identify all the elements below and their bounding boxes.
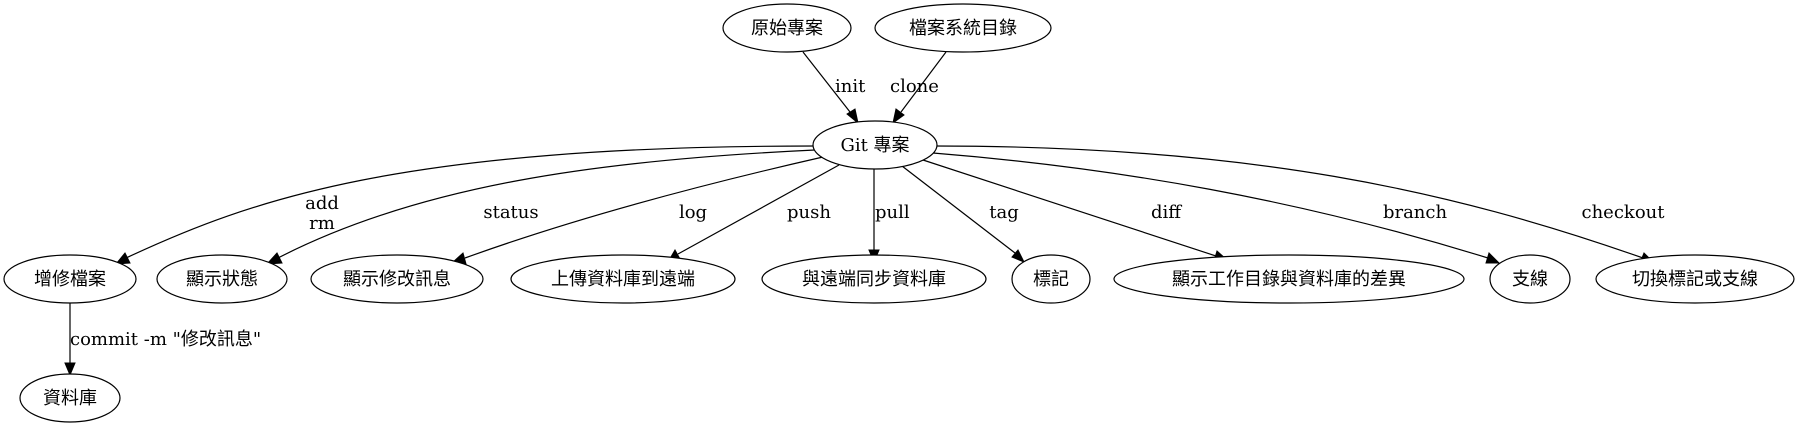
edge-label-add: add (305, 193, 339, 214)
node-repository: 資料庫 (19, 373, 121, 423)
node-label-show-status: 顯示狀態 (186, 269, 258, 290)
node-branch: 支線 (1489, 254, 1571, 304)
edge-label-checkout: checkout (1582, 202, 1666, 223)
node-label-filesystem-directory: 檔案系統目錄 (909, 18, 1017, 39)
edge-label-push: push (787, 202, 831, 223)
node-show-diff: 顯示工作目錄與資料庫的差異 (1113, 254, 1465, 304)
node-label-repository: 資料庫 (43, 388, 97, 409)
git-commands-diagram: init clone add rm status log push pull t… (3, 3, 1795, 423)
node-label-show-diff: 顯示工作目錄與資料庫的差異 (1172, 269, 1406, 290)
edge-label-branch: branch (1383, 202, 1448, 223)
node-original-project: 原始專案 (722, 3, 852, 53)
node-label-git-project: Git 專案 (840, 135, 909, 156)
edge-label-rm: rm (309, 213, 335, 234)
edge-git-to-status (265, 149, 816, 265)
node-label-branch: 支線 (1512, 269, 1548, 290)
edge-git-to-diff (922, 159, 1229, 262)
edge-label-init: init (835, 76, 866, 97)
node-label-show-log: 顯示修改訊息 (343, 269, 451, 290)
edge-label-pull: pull (875, 202, 910, 223)
edge-git-to-add (114, 145, 816, 265)
edge-label-commit: commit -m "修改訊息" (70, 329, 261, 350)
node-filesystem-directory: 檔案系統目錄 (874, 3, 1052, 53)
node-label-tag: 標記 (1033, 269, 1069, 290)
edge-label-log: log (679, 202, 707, 223)
node-git-project: Git 專案 (812, 120, 938, 170)
node-tag: 標記 (1011, 254, 1091, 304)
edge-label-tag: tag (989, 202, 1019, 223)
node-label-push-remote: 上傳資料庫到遠端 (551, 269, 695, 290)
node-show-log: 顯示修改訊息 (310, 254, 484, 304)
node-push-remote: 上傳資料庫到遠端 (510, 254, 736, 304)
edge-label-diff: diff (1151, 202, 1182, 223)
node-show-status: 顯示狀態 (156, 254, 288, 304)
node-add-modify-files: 增修檔案 (3, 254, 137, 304)
node-checkout: 切換標記或支線 (1595, 254, 1795, 304)
node-label-checkout: 切換標記或支線 (1632, 269, 1758, 290)
edge-label-clone: clone (890, 76, 939, 97)
edge-label-status: status (483, 202, 538, 223)
node-label-add-modify-files: 增修檔案 (34, 269, 106, 290)
node-pull-sync: 與遠端同步資料庫 (761, 254, 987, 304)
node-label-original-project: 原始專案 (751, 18, 823, 39)
node-label-pull-sync: 與遠端同步資料庫 (802, 269, 946, 290)
